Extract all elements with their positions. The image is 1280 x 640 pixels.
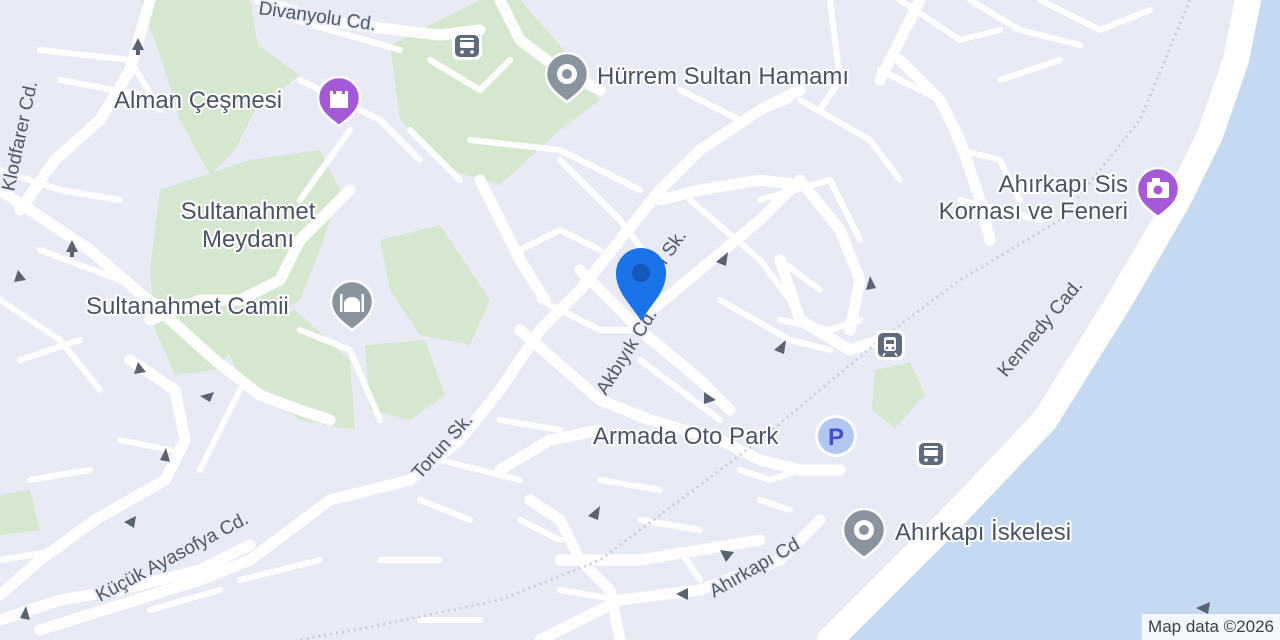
place-label-hurrem: Hürrem Sultan Hamamı [597, 63, 849, 90]
bus-stop-kennedy[interactable] [916, 440, 946, 468]
parking-glyph: P [828, 424, 844, 451]
bus-stop-divanyolu[interactable] [452, 32, 482, 60]
bus-stop-icon [452, 32, 482, 60]
place-label-meydan-line1: Sultanahmet [181, 198, 316, 225]
place-label-meydan-line2: Meydanı [202, 226, 294, 253]
tram-stop[interactable] [875, 330, 905, 360]
place-label-armada: Armada Oto Park [593, 423, 779, 450]
parking-icon: P [815, 415, 857, 457]
tram-stop-icon [875, 330, 905, 360]
map-view[interactable]: Divanyolu Cd. Klodfarer Cd. Akbıyık Cd. … [0, 0, 1280, 640]
place-label-sis-line2: Kornası ve Feneri [939, 198, 1128, 225]
place-label-camii: Sultanahmet Camii [86, 293, 289, 320]
map-attribution: Map data ©2026 [1142, 614, 1280, 640]
map-canvas[interactable]: Divanyolu Cd. Klodfarer Cd. Akbıyık Cd. … [0, 0, 1280, 640]
bus-stop-icon [916, 440, 946, 468]
place-label-sis-line1: Ahırkapı Sis [999, 171, 1128, 198]
place-label-iskelesi: Ahırkapı İskelesi [895, 519, 1071, 546]
place-label-alman: Alman Çeşmesi [114, 87, 282, 114]
